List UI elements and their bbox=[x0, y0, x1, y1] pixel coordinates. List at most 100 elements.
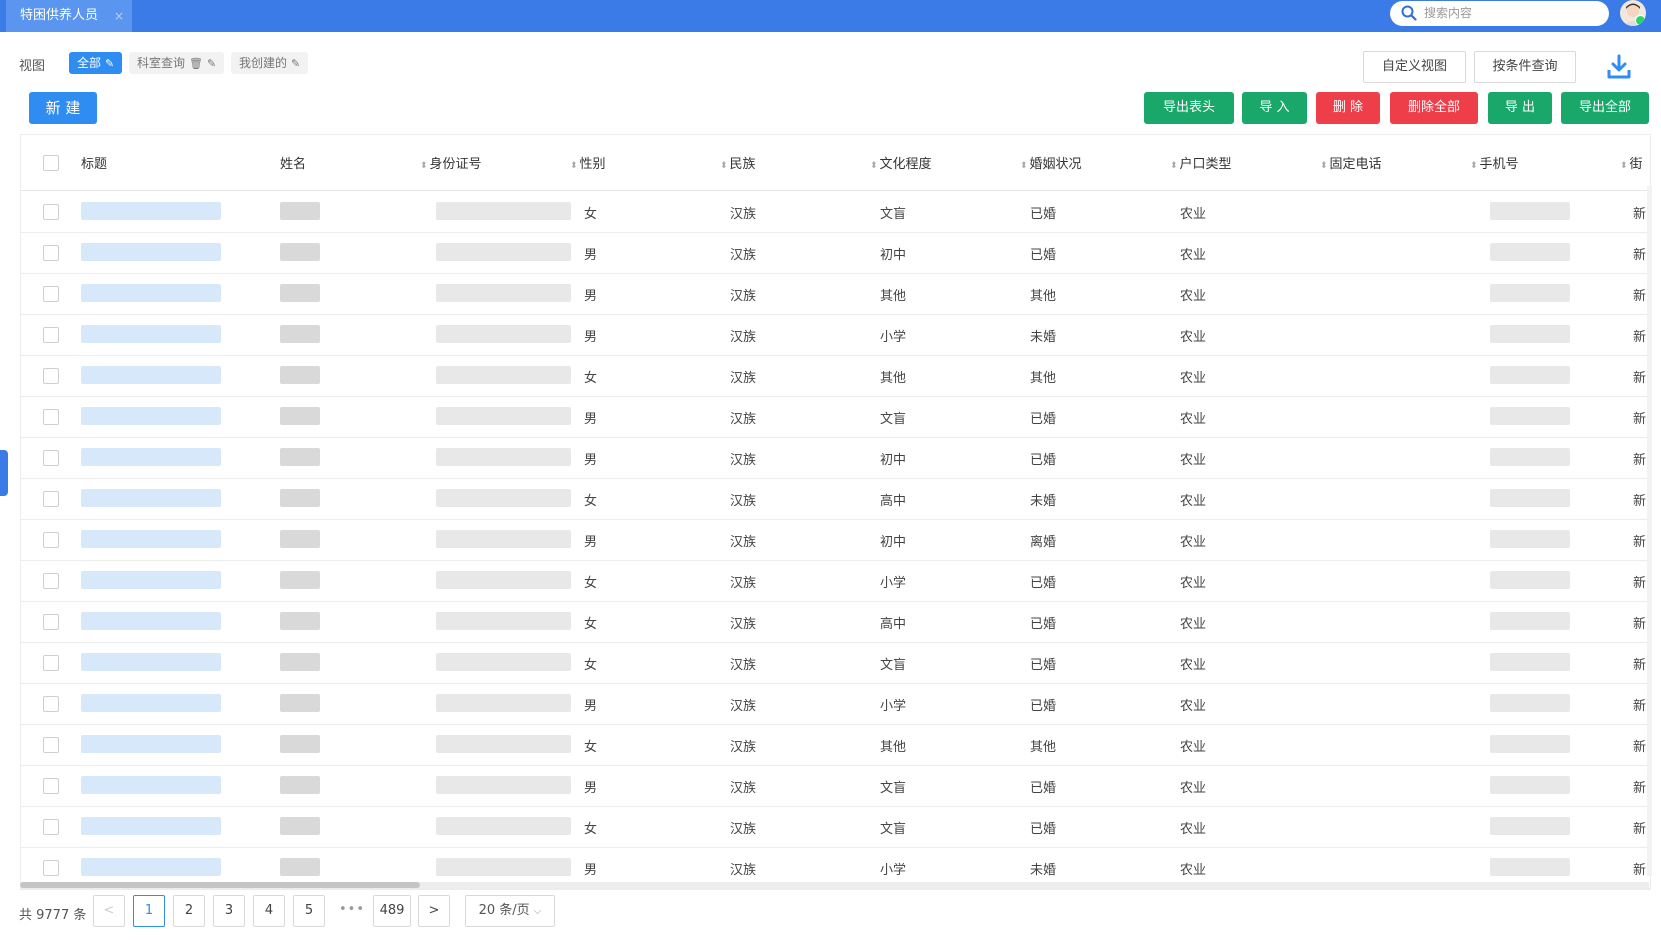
redacted-title bbox=[81, 243, 221, 261]
table-row[interactable]: 男 汉族 初中 已婚 农业 新 bbox=[21, 232, 1650, 274]
column-header-title[interactable]: 标题 bbox=[81, 153, 107, 172]
tab-close-icon[interactable]: × bbox=[114, 0, 124, 32]
edit-icon[interactable]: ✎ bbox=[207, 57, 216, 70]
table-row[interactable]: 女 汉族 文盲 已婚 农业 新 bbox=[21, 191, 1650, 233]
table-row[interactable]: 女 汉族 高中 已婚 农业 新 bbox=[21, 601, 1650, 643]
row-checkbox[interactable] bbox=[43, 327, 59, 343]
row-checkbox[interactable] bbox=[43, 696, 59, 712]
page-button-last[interactable]: 489 bbox=[373, 895, 411, 927]
view-tag-created-by-me[interactable]: 我创建的 ✎ bbox=[231, 52, 309, 74]
download-icon[interactable] bbox=[1605, 53, 1633, 81]
row-checkbox[interactable] bbox=[43, 409, 59, 425]
edit-icon[interactable]: ✎ bbox=[105, 57, 114, 70]
sort-icon[interactable]: ⬍ bbox=[1320, 161, 1328, 171]
page-button-1[interactable]: 1 bbox=[133, 895, 165, 927]
cell-ethnicity: 汉族 bbox=[730, 453, 757, 468]
row-checkbox[interactable] bbox=[43, 860, 59, 876]
tab-special-support[interactable]: 特困供养人员 × bbox=[6, 0, 132, 32]
vertical-scrollbar[interactable] bbox=[1647, 186, 1652, 876]
row-checkbox[interactable] bbox=[43, 368, 59, 384]
page-button-3[interactable]: 3 bbox=[213, 895, 245, 927]
horizontal-scrollbar[interactable] bbox=[20, 882, 1649, 888]
table-row[interactable]: 男 汉族 其他 其他 农业 新 bbox=[21, 273, 1650, 315]
sort-icon[interactable]: ⬍ bbox=[720, 161, 728, 171]
column-header-landline[interactable]: ⬍ 固定电话 bbox=[1320, 153, 1382, 172]
column-header-gender[interactable]: ⬍ 性别 bbox=[570, 153, 606, 172]
sort-icon[interactable]: ⬍ bbox=[570, 161, 578, 171]
trash-icon[interactable]: 🗑 bbox=[189, 57, 203, 70]
page-button-5[interactable]: 5 bbox=[293, 895, 325, 927]
table-row[interactable]: 女 汉族 高中 未婚 农业 新 bbox=[21, 478, 1650, 520]
new-button[interactable]: 新 建 bbox=[29, 92, 97, 124]
column-header-id-number[interactable]: ⬍ 身份证号 bbox=[420, 153, 482, 172]
table-row[interactable]: 女 汉族 小学 已婚 农业 新 bbox=[21, 560, 1650, 602]
table-row[interactable]: 男 汉族 文盲 已婚 农业 新 bbox=[21, 765, 1650, 807]
tab-title: 特困供养人员 bbox=[20, 8, 99, 23]
row-checkbox[interactable] bbox=[43, 819, 59, 835]
row-checkbox[interactable] bbox=[43, 245, 59, 261]
delete-all-button[interactable]: 删除全部 bbox=[1390, 92, 1478, 124]
table-row[interactable]: 男 汉族 小学 已婚 农业 新 bbox=[21, 683, 1650, 725]
cell-ethnicity: 汉族 bbox=[730, 699, 757, 714]
sidebar-toggle-handle[interactable] bbox=[0, 450, 8, 496]
export-all-button[interactable]: 导出全部 bbox=[1561, 92, 1649, 124]
column-header-education[interactable]: ⬍ 文化程度 bbox=[870, 153, 932, 172]
sort-icon[interactable]: ⬍ bbox=[870, 161, 878, 171]
sort-icon[interactable]: ⬍ bbox=[1620, 161, 1628, 171]
sort-icon[interactable]: ⬍ bbox=[1470, 161, 1478, 171]
column-header-ethnicity[interactable]: ⬍ 民族 bbox=[720, 153, 756, 172]
table-row[interactable]: 男 汉族 小学 未婚 农业 新 bbox=[21, 314, 1650, 356]
cell-ethnicity: 汉族 bbox=[730, 863, 757, 878]
search-input[interactable]: 搜索内容 bbox=[1390, 1, 1609, 26]
column-header-hukou-type[interactable]: ⬍ 户口类型 bbox=[1170, 153, 1232, 172]
row-checkbox[interactable] bbox=[43, 204, 59, 220]
column-header-street[interactable]: ⬍ 街 bbox=[1620, 153, 1643, 172]
redacted-id-number bbox=[436, 858, 571, 876]
row-checkbox[interactable] bbox=[43, 737, 59, 753]
custom-view-button[interactable]: 自定义视图 bbox=[1363, 51, 1466, 83]
redacted-title bbox=[81, 489, 221, 507]
row-checkbox[interactable] bbox=[43, 532, 59, 548]
table-row[interactable]: 男 汉族 初中 已婚 农业 新 bbox=[21, 437, 1650, 479]
redacted-mobile bbox=[1490, 735, 1570, 753]
table-row[interactable]: 男 汉族 文盲 已婚 农业 新 bbox=[21, 396, 1650, 438]
avatar[interactable] bbox=[1620, 0, 1646, 26]
row-checkbox[interactable] bbox=[43, 573, 59, 589]
sort-icon[interactable]: ⬍ bbox=[420, 161, 428, 171]
row-checkbox[interactable] bbox=[43, 778, 59, 794]
export-header-button[interactable]: 导出表头 bbox=[1144, 92, 1234, 124]
redacted-mobile bbox=[1490, 243, 1570, 261]
delete-button[interactable]: 删 除 bbox=[1316, 92, 1380, 124]
column-header-marital-status[interactable]: ⬍ 婚姻状况 bbox=[1020, 153, 1082, 172]
table-row[interactable]: 女 汉族 其他 其他 农业 新 bbox=[21, 355, 1650, 397]
column-header-mobile[interactable]: ⬍ 手机号 bbox=[1470, 153, 1519, 172]
next-page-button[interactable]: > bbox=[418, 895, 450, 927]
page-size-select[interactable]: 20 条/页 ⌵ bbox=[465, 895, 555, 927]
table-row[interactable]: 男 汉族 初中 离婚 农业 新 bbox=[21, 519, 1650, 561]
row-checkbox[interactable] bbox=[43, 491, 59, 507]
scrollbar-thumb[interactable] bbox=[20, 882, 420, 888]
page-button-2[interactable]: 2 bbox=[173, 895, 205, 927]
column-header-name[interactable]: 姓名 bbox=[280, 153, 306, 172]
row-checkbox[interactable] bbox=[43, 655, 59, 671]
export-button[interactable]: 导 出 bbox=[1488, 92, 1552, 124]
table-row[interactable]: 女 汉族 文盲 已婚 农业 新 bbox=[21, 806, 1650, 848]
view-tag-all[interactable]: 全部 ✎ bbox=[69, 52, 123, 74]
row-checkbox[interactable] bbox=[43, 614, 59, 630]
table-row[interactable]: 女 汉族 文盲 已婚 农业 新 bbox=[21, 642, 1650, 684]
redacted-name bbox=[280, 407, 320, 425]
more-pages-ellipsis[interactable]: ••• bbox=[339, 902, 365, 917]
conditional-query-button[interactable]: 按条件查询 bbox=[1474, 51, 1576, 83]
select-all-checkbox[interactable] bbox=[43, 155, 59, 171]
row-checkbox[interactable] bbox=[43, 450, 59, 466]
row-checkbox[interactable] bbox=[43, 286, 59, 302]
table-row[interactable]: 女 汉族 其他 其他 农业 新 bbox=[21, 724, 1650, 766]
sort-icon[interactable]: ⬍ bbox=[1020, 161, 1028, 171]
import-button[interactable]: 导 入 bbox=[1242, 92, 1307, 124]
edit-icon[interactable]: ✎ bbox=[291, 57, 300, 70]
prev-page-button[interactable]: < bbox=[93, 895, 125, 927]
sort-icon[interactable]: ⬍ bbox=[1170, 161, 1178, 171]
cell-street: 新 bbox=[1633, 412, 1647, 427]
page-button-4[interactable]: 4 bbox=[253, 895, 285, 927]
view-tag-department-query[interactable]: 科室查询 🗑 ✎ bbox=[129, 52, 225, 74]
